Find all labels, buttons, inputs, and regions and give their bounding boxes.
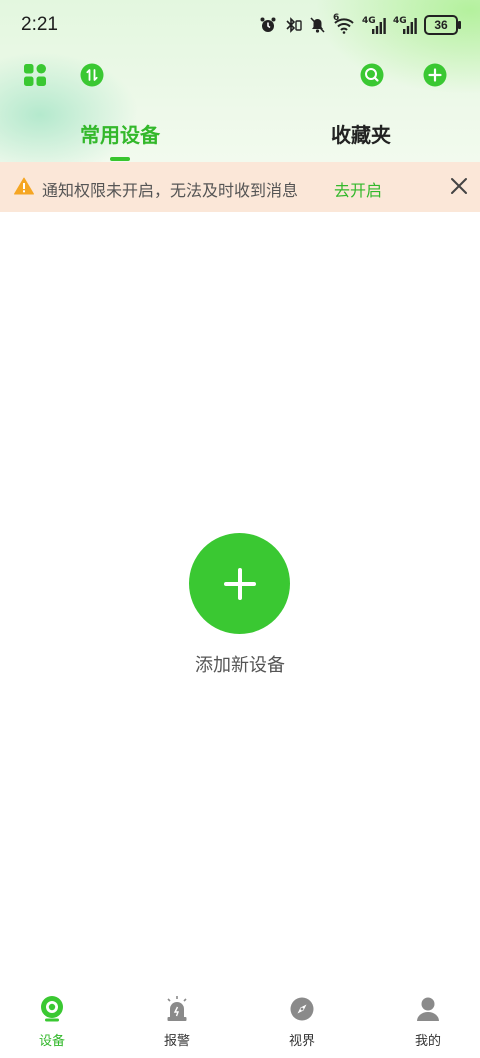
battery-indicator: 36 bbox=[424, 15, 461, 35]
add-circle-icon bbox=[423, 63, 447, 87]
cellular-signal-2: 4G bbox=[393, 16, 417, 34]
cellular-signal-1: 4G bbox=[362, 16, 386, 34]
nav-item-discover[interactable]: 视界 bbox=[262, 988, 342, 1058]
swap-button[interactable] bbox=[79, 62, 105, 88]
search-icon bbox=[360, 63, 384, 87]
camera-icon bbox=[41, 996, 63, 1022]
nav-item-alarms[interactable]: 报警 bbox=[137, 988, 217, 1058]
notice-message: 通知权限未开启，无法及时收到消息 bbox=[42, 181, 299, 200]
tab-favorites[interactable]: 收藏夹 bbox=[331, 119, 391, 148]
nav-label-discover: 视界 bbox=[288, 1034, 315, 1049]
apps-grid-button[interactable] bbox=[22, 62, 48, 88]
bluetooth-icon bbox=[286, 17, 302, 33]
alarm-icon bbox=[260, 17, 276, 32]
swap-icon bbox=[80, 63, 104, 87]
add-new-device-button[interactable] bbox=[189, 533, 290, 634]
tab-common-devices[interactable]: 常用设备 bbox=[80, 119, 160, 148]
mute-bell-icon bbox=[310, 17, 325, 33]
enable-notifications-link[interactable]: 去开启 bbox=[334, 177, 382, 201]
nav-label-devices: 设备 bbox=[38, 1034, 65, 1049]
nav-label-alarms: 报警 bbox=[163, 1034, 190, 1049]
apps-grid-icon bbox=[24, 64, 46, 86]
status-icons: 6 4G 4G 36 bbox=[259, 13, 461, 36]
tab-active-indicator bbox=[110, 157, 130, 161]
nav-item-devices[interactable]: 设备 bbox=[12, 988, 92, 1058]
plus-icon bbox=[223, 567, 256, 600]
close-icon[interactable] bbox=[448, 175, 470, 197]
bottom-navigation: 设备 报警 视界 我的 bbox=[0, 988, 480, 1058]
nav-item-profile[interactable]: 我的 bbox=[388, 988, 468, 1058]
warning-icon bbox=[14, 177, 34, 195]
add-new-device-label: 添加新设备 bbox=[195, 655, 285, 676]
status-time: 2:21 bbox=[21, 14, 58, 35]
search-button[interactable] bbox=[359, 62, 385, 88]
profile-icon bbox=[417, 997, 439, 1021]
add-device-top-button[interactable] bbox=[422, 62, 448, 88]
notification-permission-banner: 通知权限未开启，无法及时收到消息 去开启 bbox=[0, 162, 480, 212]
status-bar: 2:21 6 4G 4G 36 bbox=[0, 0, 480, 50]
alarm-siren-icon bbox=[167, 996, 187, 1021]
compass-icon bbox=[290, 997, 314, 1021]
wifi-icon: 6 bbox=[333, 13, 355, 34]
nav-label-profile: 我的 bbox=[414, 1034, 441, 1049]
